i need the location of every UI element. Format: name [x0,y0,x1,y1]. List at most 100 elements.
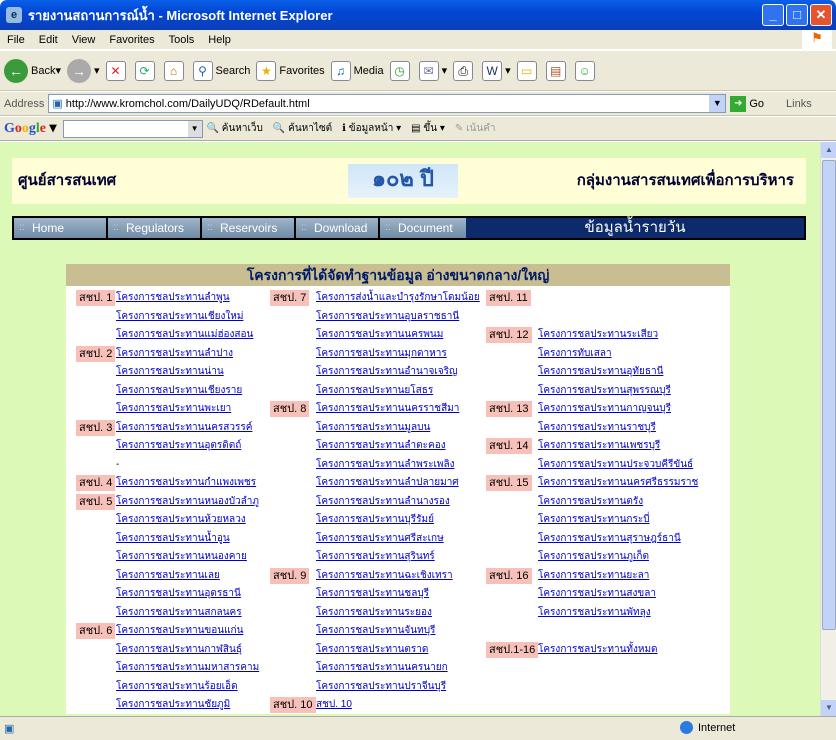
project-link[interactable]: โครงการชลประทานมุกดาหาร [316,346,447,362]
google-pageinfo-button[interactable]: ℹ ข้อมูลหน้า ▾ [342,121,401,136]
google-up-button[interactable]: ▤ ขึ้น ▾ [411,121,445,136]
stop-button[interactable]: ✕ [105,60,129,81]
project-link[interactable]: โครงการชลประทานตราด [316,642,428,658]
address-dropdown-icon[interactable]: ▼ [709,95,726,112]
project-link[interactable]: โครงการชลประทานลำนางรอง [316,494,450,510]
project-link[interactable]: โครงการชลประทานราชบุรี [538,420,656,436]
project-link[interactable]: โครงการชลประทานเชียงราย [116,383,242,399]
project-link[interactable]: โครงการชลประทานร้อยเอ็ด [116,679,238,695]
project-link[interactable]: โครงการชลประทานปราจีนบุรี [316,679,446,695]
history-button[interactable]: ◷ [389,60,413,81]
google-dropdown-icon[interactable]: ▼ [187,120,202,137]
project-link[interactable]: โครงการชลประทานนครศรีธรรมราช [538,475,698,491]
menu-edit[interactable]: Edit [32,34,65,46]
project-link[interactable]: โครงการชลประทานเชียงใหม่ [116,309,243,325]
menu-help[interactable]: Help [201,34,238,46]
scroll-thumb[interactable] [822,160,836,630]
vertical-scrollbar[interactable]: ▲ ▼ [820,142,836,716]
scroll-down-icon[interactable]: ▼ [821,700,836,716]
google-search-input[interactable]: ▼ [62,119,203,138]
google-highlight-button[interactable]: ✎ เน้นคำ [455,121,496,136]
project-link[interactable]: โครงการชลประทานนครนายก [316,660,448,676]
project-link[interactable]: โครงการชลประทานอำนาจเจริญ [316,364,458,380]
edit-button[interactable]: W ▾ [482,60,511,81]
links-button[interactable]: Links [786,98,812,110]
project-link[interactable]: โครงการชลประทานลำปาง [116,346,233,362]
project-link[interactable]: โครงการชลประทานประจวบคีรีขันธ์ [538,457,693,473]
project-link[interactable]: โครงการชลประทานน่าน [116,364,224,380]
project-link[interactable]: โครงการชลประทานเลย [116,568,220,584]
home-button[interactable]: ⌂ [163,60,187,81]
project-link[interactable]: โครงการทับเสลา [538,346,612,362]
messenger-button[interactable]: ☺ [574,60,598,81]
project-link[interactable]: โครงการชลประทานหนองคาย [116,549,247,565]
project-link[interactable]: โครงการชลประทานลำตะคอง [316,438,446,454]
favorites-button[interactable]: ★ Favorites [256,60,325,81]
go-button[interactable]: ➜ Go [730,95,764,112]
project-link[interactable]: โครงการชลประทานระยอง [316,605,432,621]
project-link[interactable]: โครงการชลประทานสุพรรณบุรี [538,383,671,399]
project-link[interactable]: โครงการชลประทานอุทัยธานี [538,364,663,380]
media-button[interactable]: ♫ Media [330,60,384,81]
project-link[interactable]: โครงการชลประทานพัทลุง [538,605,651,621]
project-link[interactable]: โครงการชลประทานศรีสะเกษ [316,531,444,547]
project-link[interactable]: โครงการชลประทานยะลา [538,568,649,584]
project-link[interactable]: โครงการชลประทานสุรินทร์ [316,549,435,565]
nav-download[interactable]: Download [296,218,378,238]
project-link[interactable]: โครงการชลประทานกาญจนบุรี [538,401,671,417]
project-link[interactable]: โครงการชลประทานยโสธร [316,383,433,399]
research-button[interactable]: ▤ [545,60,569,81]
menu-favorites[interactable]: Favorites [102,34,161,46]
project-link[interactable]: โครงการชลประทานกำแพงเพชร [116,475,256,491]
nav-regulators[interactable]: Regulators [108,218,200,238]
project-link[interactable]: โครงการชลประทานทั้งหมด [538,642,658,658]
project-link[interactable]: โครงการชลประทานพะเยา [116,401,231,417]
project-link[interactable]: โครงการชลประทานกาฬสินธุ์ [116,642,242,658]
refresh-button[interactable]: ⟳ [134,60,158,81]
project-link[interactable]: โครงการชลประทานนครสวรรค์ [116,420,252,436]
close-button[interactable]: ✕ [810,4,832,26]
project-link[interactable]: โครงการชลประทานภูเก็ต [538,549,649,565]
google-search-web-button[interactable]: 🔍 ค้นหาเว็บ [207,121,263,136]
project-link[interactable]: โครงการชลประทานห้วยหลวง [116,512,246,528]
nav-home[interactable]: Home [14,218,106,238]
address-input[interactable]: ▣ http://www.kromchol.com/DailyUDQ/RDefa… [48,94,727,113]
project-link[interactable]: โครงการชลประทานชลบุรี [316,586,429,602]
project-link[interactable]: โครงการชลประทานอุบลราชธานี [316,309,459,325]
project-link[interactable]: โครงการชลประทานลำพระเพลิง [316,457,455,473]
project-link[interactable]: โครงการชลประทานหนองบัวลำภู [116,494,259,510]
project-link[interactable]: โครงการชลประทานบุรีรัมย์ [316,512,434,528]
project-link[interactable]: โครงการชลประทานลำพูน [116,290,230,306]
nav-reservoirs[interactable]: Reservoirs [202,218,294,238]
project-link[interactable]: โครงการชลประทานนครราชสีมา [316,401,459,417]
project-link[interactable]: โครงการชลประทานฉะเชิงเทรา [316,568,453,584]
project-link[interactable]: โครงการชลประทานตรัง [538,494,643,510]
project-link[interactable]: โครงการชลประทานระเสียว [538,327,658,343]
project-link[interactable]: โครงการชลประทานแม่ฮ่องสอน [116,327,253,343]
project-link[interactable]: โครงการส่งน้ำและบำรุงรักษาโดมน้อย [316,290,480,306]
project-link[interactable]: โครงการชลประทานขอนแก่น [116,623,243,639]
google-search-site-button[interactable]: 🔍 ค้นหาไซต์ [273,121,332,136]
print-button[interactable]: ⎙ [453,60,476,81]
search-button[interactable]: ⚲ Search [192,60,250,81]
minimize-button[interactable]: _ [762,4,784,26]
project-link[interactable]: โครงการชลประทานชัยภูมิ [116,697,230,713]
google-logo[interactable]: Google ▾ [0,120,63,137]
menu-file[interactable]: File [0,34,32,46]
back-button[interactable]: ← Back ▾ [4,58,61,83]
project-link[interactable]: โครงการชลประทานนครพนม [316,327,443,343]
project-link[interactable]: โครงการชลประทานลำปลายมาศ [316,475,459,491]
project-link[interactable]: โครงการชลประทานมหาสารคาม [116,660,259,676]
project-link[interactable]: โครงการชลประทานน้ำอูน [116,531,230,547]
forward-button[interactable]: → ▾ [67,58,100,83]
project-link[interactable]: โครงการชลประทานอุตรดิตถ์ [116,438,241,454]
project-link[interactable]: โครงการชลประทานกระบี่ [538,512,650,528]
menu-tools[interactable]: Tools [162,34,202,46]
project-link[interactable]: สชป. 10 [316,697,352,713]
nav-document[interactable]: Document [380,218,466,238]
project-link[interactable]: โครงการชลประทานสงขลา [538,586,656,602]
project-link[interactable]: โครงการชลประทานสกลนคร [116,605,242,621]
mail-button[interactable]: ✉ ▾ [418,60,447,81]
project-link[interactable]: โครงการชลประทานสุราษฎร์ธานี [538,531,681,547]
menu-view[interactable]: View [65,34,103,46]
